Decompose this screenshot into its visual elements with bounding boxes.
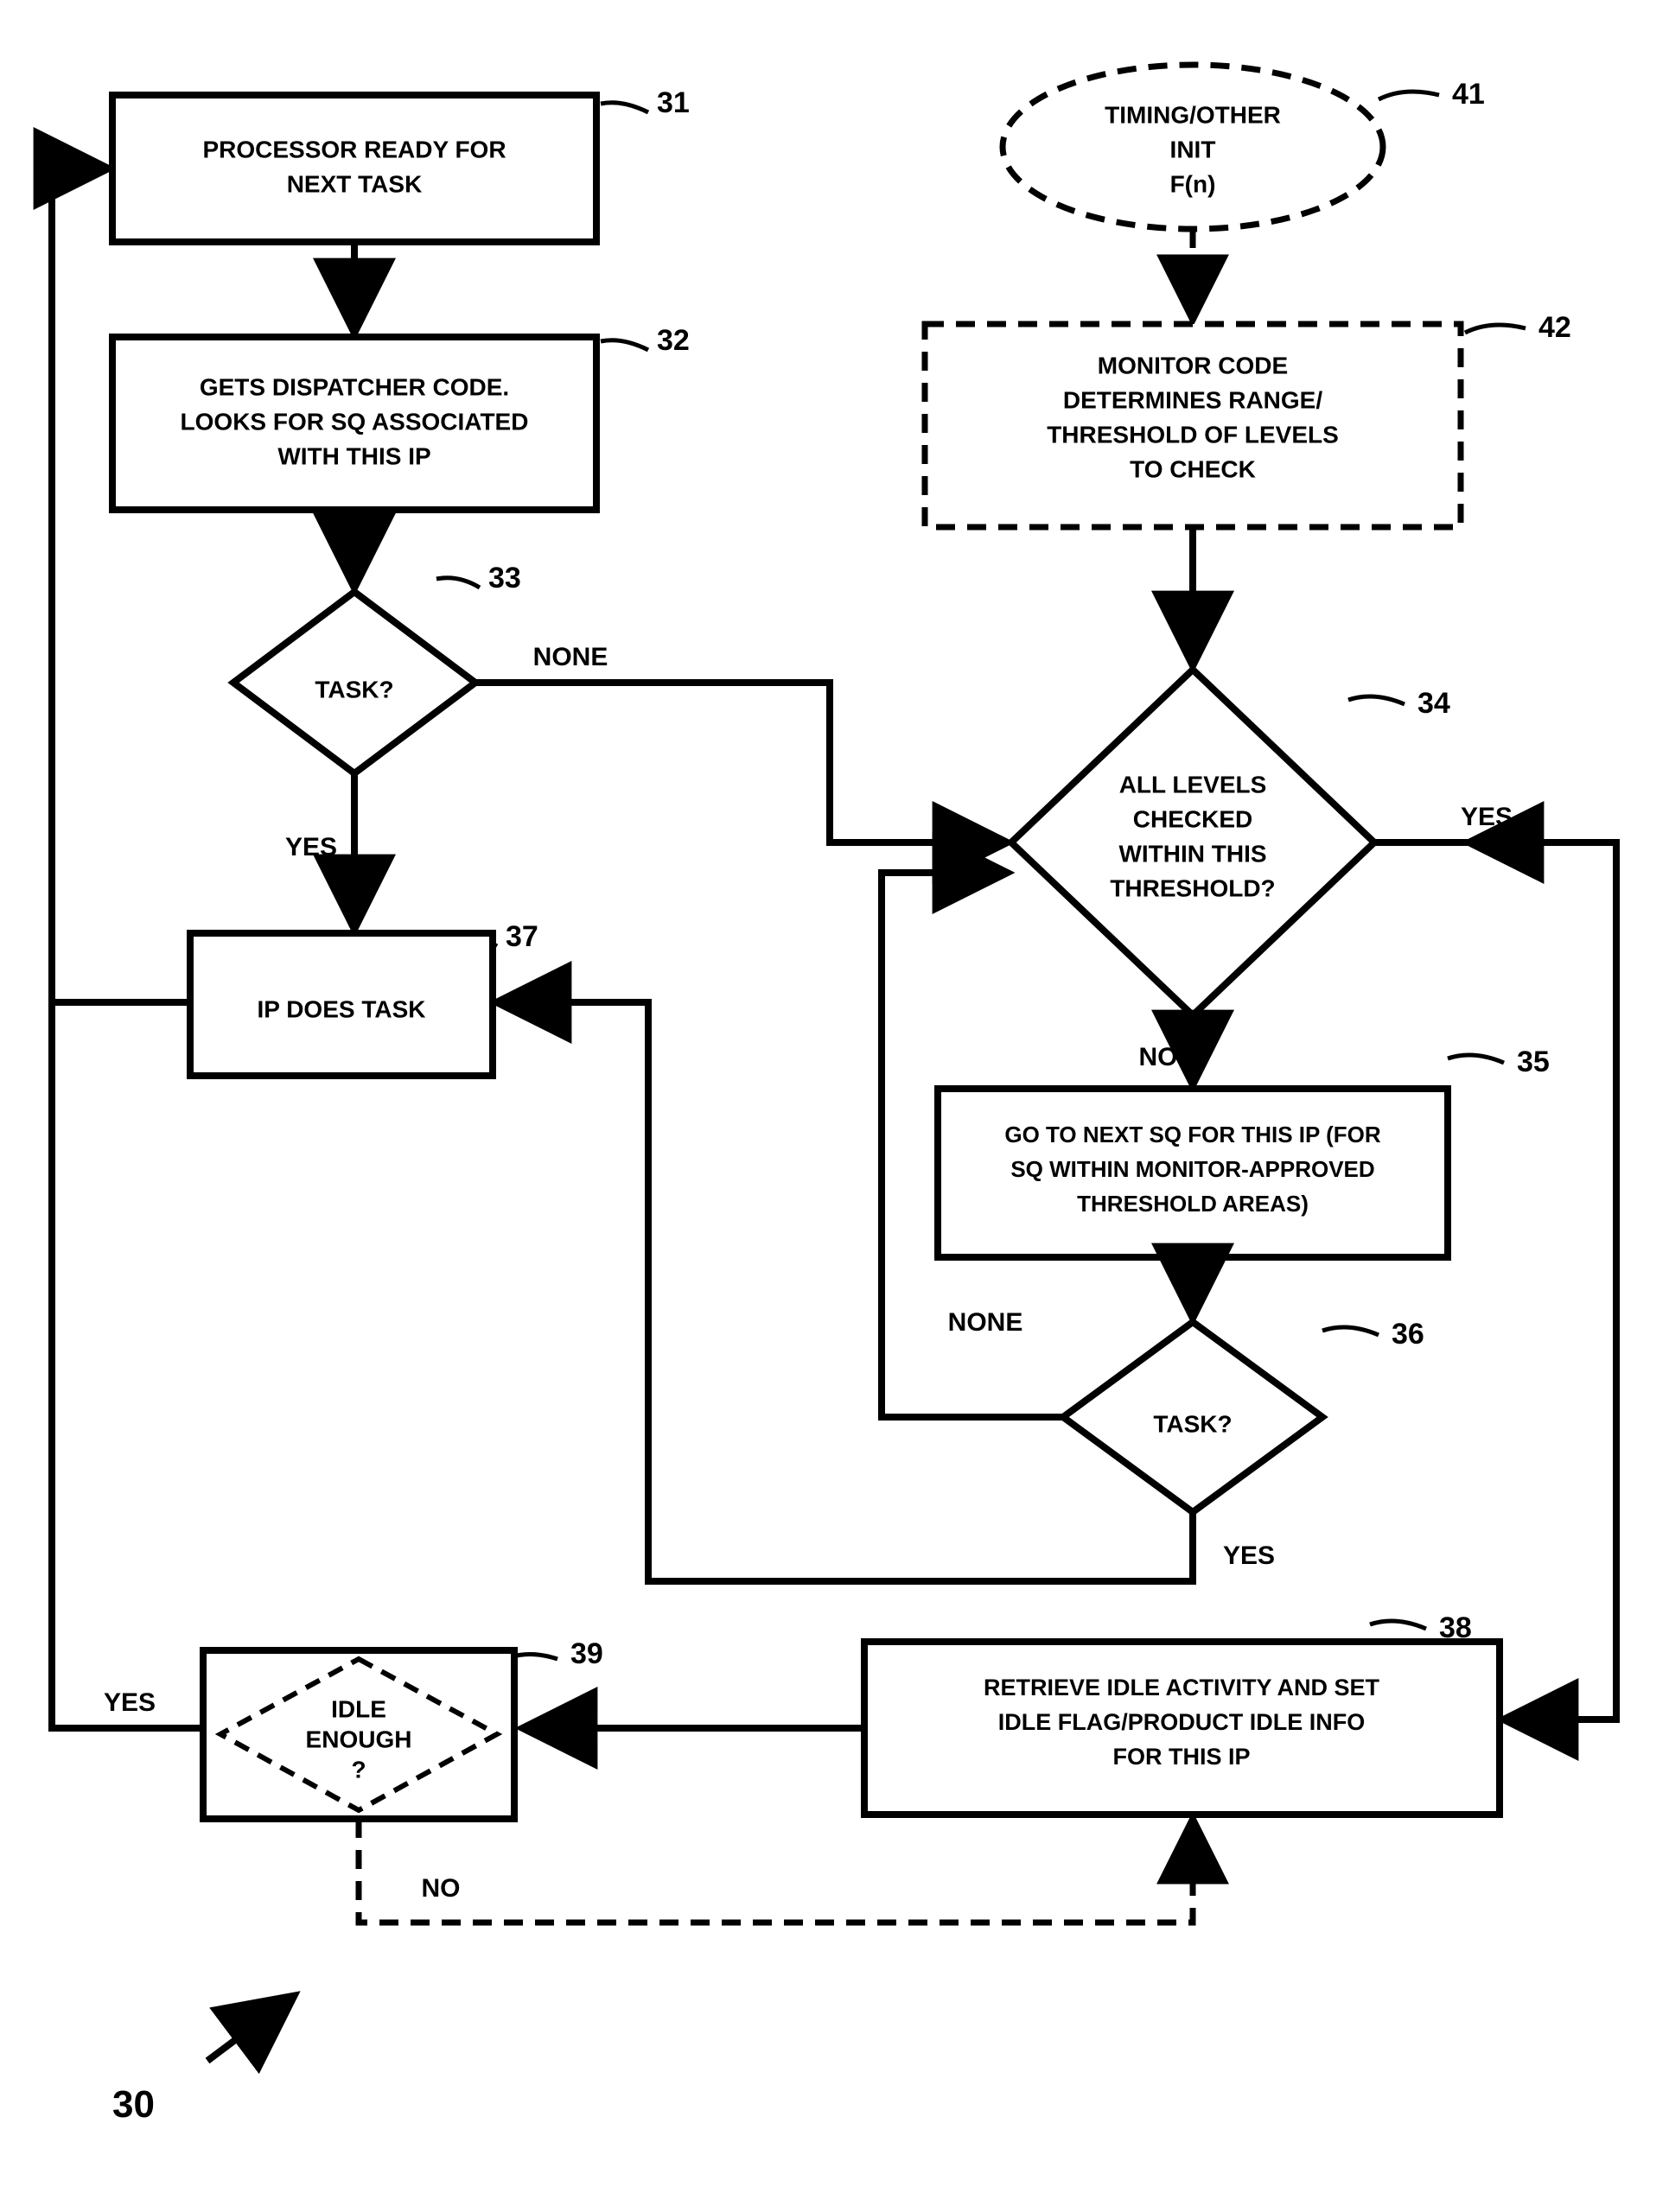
edge-36-none: NONE xyxy=(948,1308,1023,1337)
node-task-decision-1: TASK? 33 xyxy=(233,562,521,773)
node-42-text-3: THRESHOLD OF LEVELS xyxy=(1047,421,1339,448)
node-35-text-2: SQ WITHIN MONITOR-APPROVED xyxy=(1010,1156,1374,1182)
flowchart-diagram: PROCESSOR READY FOR NEXT TASK 31 GETS DI… xyxy=(0,0,1669,2212)
node-41-text-2: INIT xyxy=(1170,136,1216,162)
label-fig: 30 xyxy=(112,2083,155,2126)
label-34: 34 xyxy=(1417,687,1450,720)
label-41: 41 xyxy=(1452,78,1485,111)
node-34-text-3: WITHIN THIS xyxy=(1118,840,1266,867)
node-41-text-1: TIMING/OTHER xyxy=(1105,101,1281,128)
node-42-text-1: MONITOR CODE xyxy=(1098,352,1288,378)
edge-34-yes: YES xyxy=(1461,803,1513,831)
node-32-text-1: GETS DISPATCHER CODE. xyxy=(200,373,509,400)
label-31: 31 xyxy=(657,86,690,119)
node-41-text-3: F(n) xyxy=(1170,170,1216,197)
node-32-text-2: LOOKS FOR SQ ASSOCIATED xyxy=(181,408,529,435)
node-38-text-3: FOR THIS IP xyxy=(1112,1744,1250,1770)
edge-36-yes: YES xyxy=(1223,1541,1275,1570)
node-38-text-1: RETRIEVE IDLE ACTIVITY AND SET xyxy=(984,1675,1380,1700)
label-32: 32 xyxy=(657,324,690,357)
node-35-text-3: THRESHOLD AREAS) xyxy=(1077,1191,1309,1217)
label-33: 33 xyxy=(488,562,521,594)
edge-39-no: NO xyxy=(422,1874,461,1903)
label-37: 37 xyxy=(506,920,538,953)
node-go-next-sq: GO TO NEXT SQ FOR THIS IP (FOR SQ WITHIN… xyxy=(938,1046,1550,1257)
node-34-text-2: CHECKED xyxy=(1133,805,1252,832)
node-35-text-1: GO TO NEXT SQ FOR THIS IP (FOR xyxy=(1004,1122,1381,1147)
node-38-text-2: IDLE FLAG/PRODUCT IDLE INFO xyxy=(998,1709,1366,1735)
node-39-text-2: ENOUGH xyxy=(306,1726,412,1752)
node-processor-ready: PROCESSOR READY FOR NEXT TASK 31 xyxy=(112,86,690,242)
label-39: 39 xyxy=(570,1637,603,1670)
figure-number: 30 xyxy=(112,1996,294,2126)
node-36-text: TASK? xyxy=(1153,1410,1232,1437)
edge-39-yes: YES xyxy=(104,1688,156,1717)
node-34-text-1: ALL LEVELS xyxy=(1119,771,1267,798)
edge-34-no: NO xyxy=(1139,1043,1178,1071)
label-38: 38 xyxy=(1439,1611,1472,1644)
node-37-text: IP DOES TASK xyxy=(257,995,425,1022)
label-36: 36 xyxy=(1392,1318,1424,1351)
node-34-text-4: THRESHOLD? xyxy=(1110,874,1275,901)
node-monitor-code: MONITOR CODE DETERMINES RANGE/ THRESHOLD… xyxy=(925,311,1571,527)
node-retrieve-idle: RETRIEVE IDLE ACTIVITY AND SET IDLE FLAG… xyxy=(864,1611,1500,1815)
node-ip-does-task: IP DOES TASK 37 xyxy=(190,920,538,1076)
edge-33-yes: YES xyxy=(285,833,337,861)
node-39-text-3: ? xyxy=(351,1756,366,1783)
node-39-text-1: IDLE xyxy=(331,1695,386,1722)
node-32-text-3: WITH THIS IP xyxy=(277,442,430,469)
node-31-text-2: NEXT TASK xyxy=(287,170,423,197)
node-42-text-2: DETERMINES RANGE/ xyxy=(1063,386,1322,413)
node-42-text-4: TO CHECK xyxy=(1130,455,1256,482)
node-33-text: TASK? xyxy=(315,676,393,702)
label-42: 42 xyxy=(1538,311,1571,344)
node-31-text-1: PROCESSOR READY FOR xyxy=(202,136,506,162)
edge-33-none: NONE xyxy=(533,643,608,671)
node-dispatcher-code: GETS DISPATCHER CODE. LOOKS FOR SQ ASSOC… xyxy=(112,324,690,510)
node-task-decision-2: TASK? 36 xyxy=(1063,1318,1424,1512)
label-35: 35 xyxy=(1517,1046,1550,1078)
